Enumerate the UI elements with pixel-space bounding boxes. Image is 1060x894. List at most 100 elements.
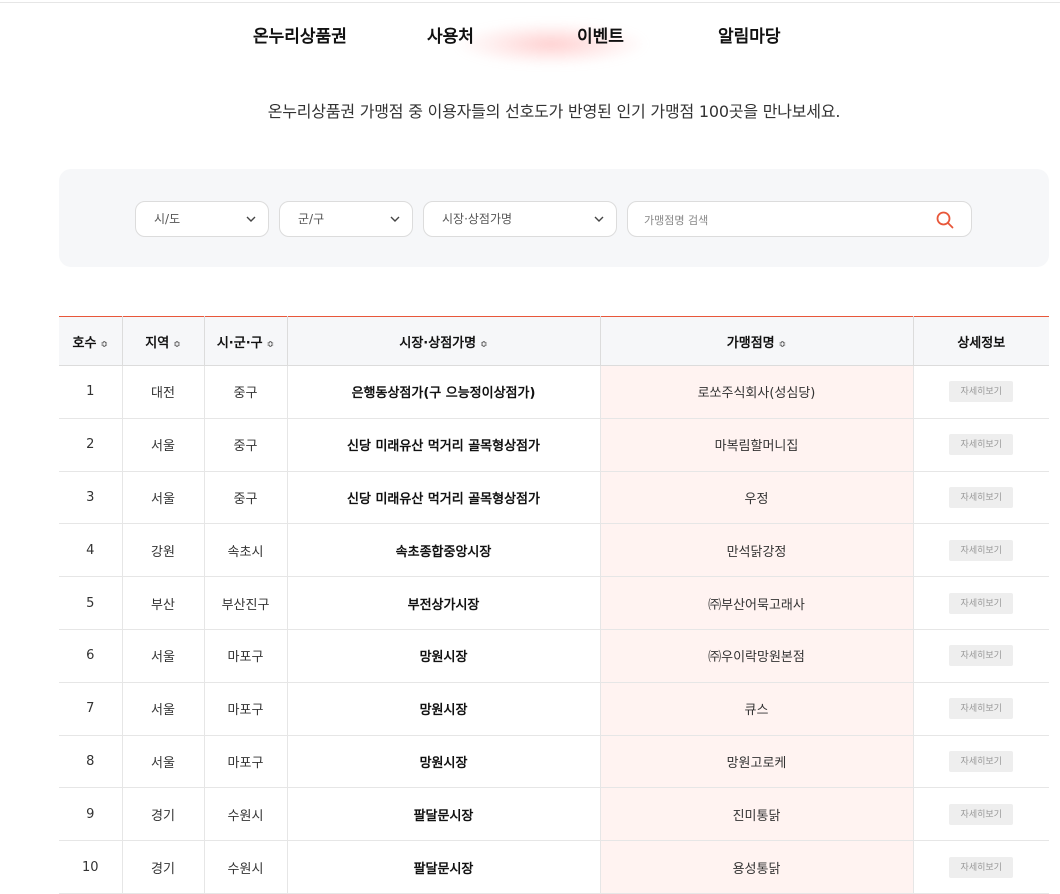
view-detail-button[interactable]: 자세히보기 [949, 539, 1014, 561]
view-detail-button[interactable]: 자세히보기 [949, 434, 1014, 456]
cell-region: 대전 [122, 365, 205, 419]
cell-detail: 자세히보기 [913, 471, 1049, 525]
table-row: 10 경기 수원시 팔달문시장 용성통닭 자세히보기 [59, 840, 1049, 894]
cell-store: 마복림할머니집 [600, 418, 914, 472]
view-detail-button[interactable]: 자세히보기 [949, 592, 1014, 614]
header-district-label: 시·군·구 [216, 335, 263, 351]
cell-no: 9 [59, 787, 123, 842]
cell-store: 로쏘주식회사(성심당) [600, 365, 914, 419]
view-detail-button[interactable]: 자세히보기 [949, 750, 1014, 772]
search-icon[interactable] [935, 210, 955, 230]
search-filter-panel: 시/도 군/구 시장·상점가명 [59, 169, 1049, 267]
chevron-down-icon [246, 202, 256, 250]
cell-district: 중구 [204, 365, 288, 419]
popular-stores-table-wrap: 호수 ≎ 지역 ≎ 시·군·구 ≎ 시장·상점가명 ≎ 가맹점명 ≎ 상세정보 1 대전 중구… [59, 316, 1049, 894]
cell-no: 3 [59, 471, 123, 525]
cell-market: 부전상가시장 [287, 576, 601, 630]
sort-updown-icon: ≎ [266, 339, 275, 350]
store-search-box [627, 201, 972, 237]
cell-detail: 자세히보기 [913, 418, 1049, 472]
cell-store: 만석닭강정 [600, 523, 914, 578]
cell-detail: 자세히보기 [913, 787, 1049, 842]
cell-market: 은행동상점가(구 으능정이상점가) [287, 365, 601, 419]
cell-no: 1 [59, 365, 123, 419]
cell-detail: 자세히보기 [913, 840, 1049, 894]
cell-store: 망원고로케 [600, 735, 914, 789]
cell-no: 4 [59, 523, 123, 578]
header-market-label: 시장·상점가명 [399, 335, 477, 351]
cell-district: 마포구 [204, 682, 288, 736]
header-region[interactable]: 지역 ≎ [122, 316, 205, 366]
cell-district: 수원시 [204, 787, 288, 842]
view-detail-button[interactable]: 자세히보기 [949, 803, 1014, 825]
header-detail: 상세정보 [913, 316, 1049, 366]
sido-select[interactable]: 시/도 [135, 201, 269, 237]
cell-region: 서울 [122, 682, 205, 736]
cell-district: 속초시 [204, 523, 288, 578]
header-store[interactable]: 가맹점명 ≎ [600, 316, 914, 366]
view-detail-button[interactable]: 자세히보기 [949, 645, 1014, 667]
table-row: 5 부산 부산진구 부전상가시장 ㈜부산어묵고래사 자세히보기 [59, 576, 1049, 630]
cell-market: 속초종합중앙시장 [287, 523, 601, 578]
cell-detail: 자세히보기 [913, 365, 1049, 419]
cell-district: 중구 [204, 471, 288, 525]
cell-region: 부산 [122, 576, 205, 630]
cell-store: ㈜부산어묵고래사 [600, 576, 914, 630]
table-row: 9 경기 수원시 팔달문시장 진미통닭 자세히보기 [59, 787, 1049, 842]
cell-district: 마포구 [204, 629, 288, 683]
market-select-label: 시장·상점가명 [442, 212, 513, 226]
cell-detail: 자세히보기 [913, 523, 1049, 578]
view-detail-button[interactable]: 자세히보기 [949, 381, 1014, 403]
gungu-select-label: 군/구 [298, 212, 325, 226]
cell-detail: 자세히보기 [913, 576, 1049, 630]
nav-item-notices[interactable]: 알림마당 [718, 22, 781, 47]
table-body: 1 대전 중구 은행동상점가(구 으능정이상점가) 로쏘주식회사(성심당) 자세히보기 2 서… [59, 365, 1049, 894]
table-row: 8 서울 마포구 망원시장 망원고로케 자세히보기 [59, 735, 1049, 789]
cell-market: 망원시장 [287, 629, 601, 683]
store-search-input[interactable] [644, 210, 924, 230]
cell-store: ㈜우이락망원본점 [600, 629, 914, 683]
cell-detail: 자세히보기 [913, 735, 1049, 789]
popular-stores-table: 호수 ≎ 지역 ≎ 시·군·구 ≎ 시장·상점가명 ≎ 가맹점명 ≎ 상세정보 1 대전 중구… [59, 316, 1049, 894]
sort-updown-icon: ≎ [778, 339, 787, 350]
view-detail-button[interactable]: 자세히보기 [949, 486, 1014, 508]
chevron-down-icon [594, 202, 604, 250]
table-row: 2 서울 중구 신당 미래유산 먹거리 골목형상점가 마복림할머니집 자세히보기 [59, 418, 1049, 472]
gungu-select[interactable]: 군/구 [279, 201, 413, 237]
cell-region: 서울 [122, 418, 205, 472]
cell-region: 경기 [122, 787, 205, 842]
header-district[interactable]: 시·군·구 ≎ [204, 316, 288, 366]
market-select[interactable]: 시장·상점가명 [423, 201, 617, 237]
cell-market: 신당 미래유산 먹거리 골목형상점가 [287, 471, 601, 525]
table-row: 1 대전 중구 은행동상점가(구 으능정이상점가) 로쏘주식회사(성심당) 자세히보기 [59, 365, 1049, 419]
header-market[interactable]: 시장·상점가명 ≎ [287, 316, 601, 366]
page-subtitle: 온누리상품권 가맹점 중 이용자들의 선호도가 반영된 인기 가맹점 100곳을… [267, 102, 841, 121]
nav-item-usage-places[interactable]: 사용처 [427, 22, 474, 47]
cell-market: 팔달문시장 [287, 787, 601, 842]
header-store-label: 가맹점명 [726, 335, 775, 351]
cell-region: 서울 [122, 629, 205, 683]
table-row: 6 서울 마포구 망원시장 ㈜우이락망원본점 자세히보기 [59, 629, 1049, 683]
main-nav: 온누리상품권 사용처 이벤트 알림마당 [0, 22, 1060, 50]
cell-district: 중구 [204, 418, 288, 472]
cell-store: 진미통닭 [600, 787, 914, 842]
nav-item-events[interactable]: 이벤트 [577, 22, 624, 47]
cell-district: 마포구 [204, 735, 288, 789]
chevron-down-icon [390, 202, 400, 250]
header-no[interactable]: 호수 ≎ [59, 316, 123, 366]
view-detail-button[interactable]: 자세히보기 [949, 856, 1014, 878]
cell-no: 5 [59, 576, 123, 630]
cell-no: 6 [59, 629, 123, 683]
view-detail-button[interactable]: 자세히보기 [949, 698, 1014, 720]
sort-updown-icon: ≎ [480, 339, 488, 350]
table-row: 7 서울 마포구 망원시장 큐스 자세히보기 [59, 682, 1049, 736]
cell-store: 우정 [600, 471, 914, 525]
header-no-label: 호수 [72, 335, 97, 351]
nav-item-onnuri-voucher[interactable]: 온누리상품권 [253, 22, 347, 47]
cell-market: 신당 미래유산 먹거리 골목형상점가 [287, 418, 601, 472]
cell-no: 2 [59, 418, 123, 472]
cell-region: 서울 [122, 735, 205, 789]
sido-select-label: 시/도 [154, 212, 181, 226]
table-row: 4 강원 속초시 속초종합중앙시장 만석닭강정 자세히보기 [59, 523, 1049, 578]
sort-updown-icon: ≎ [173, 339, 181, 350]
